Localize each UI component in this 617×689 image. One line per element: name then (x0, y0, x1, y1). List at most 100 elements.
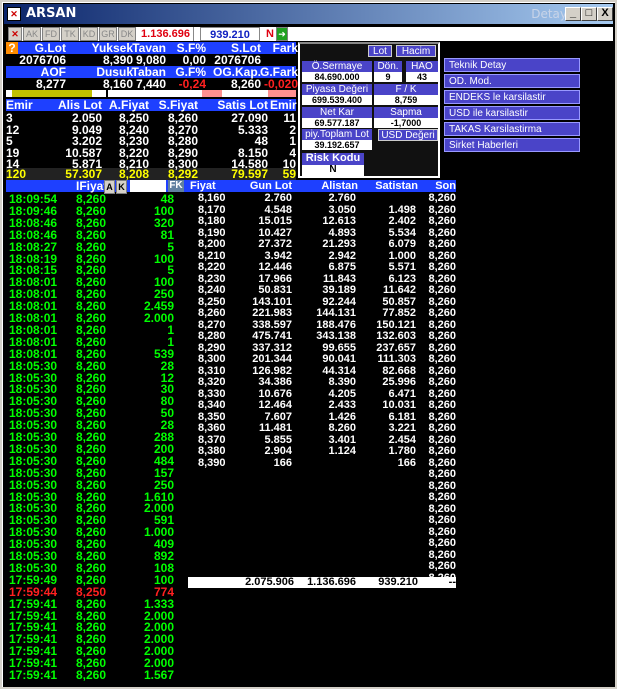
trade-lot: 1.333 (143, 596, 174, 611)
window-title: ARSAN (26, 6, 77, 21)
menu-item-0[interactable]: Teknik Detay (444, 58, 580, 72)
progress-strip (6, 90, 296, 97)
depth-header-4: Satis Lot (217, 98, 268, 112)
close-button[interactable]: X (597, 7, 613, 21)
son-price: 8,260 (428, 215, 456, 227)
n-indicator: N (266, 28, 274, 40)
depth-header-0: Emir (6, 98, 33, 112)
dist-satistan: 77.852 (382, 307, 416, 319)
son-price: 8,260 (428, 491, 456, 503)
info-v2-3: -0,24 (178, 77, 206, 91)
lot-button[interactable]: Lot (368, 45, 392, 57)
trade-time: 18:08:27 (9, 239, 58, 254)
dist-gunlot: 11.481 (258, 422, 292, 434)
trade-time: 18:08:46 (9, 215, 58, 230)
netkar-label: Net Kar (302, 107, 372, 118)
sell-volume: 939.210 (200, 27, 260, 41)
trade-time: 18:08:01 (9, 346, 58, 361)
son-price: 8,260 (428, 284, 456, 296)
toolbar-btn-ak[interactable]: AK (23, 27, 41, 41)
depth-total-4: 79.597 (231, 167, 268, 181)
hao-label: HAO (406, 61, 438, 72)
trade-price: 8,260 (75, 465, 106, 480)
trade-price: 8,260 (75, 215, 106, 230)
dist-alistan: 343.138 (316, 330, 356, 342)
toolbar-btn-fd[interactable]: FD (42, 27, 60, 41)
close-x-icon[interactable]: ✕ (8, 27, 22, 41)
dist-satistan: 132.603 (376, 330, 416, 342)
dist-alistan: 90.041 (322, 353, 356, 365)
maximize-button[interactable]: □ (581, 7, 597, 21)
don-label: Dön. (374, 61, 402, 72)
risk-kodu-value: N (302, 165, 364, 176)
piyasa-value: 699.539.400 (302, 95, 372, 105)
dist-alistan: 39.189 (322, 284, 356, 296)
dist-gunlot: 34.386 (258, 376, 292, 388)
title-bar[interactable]: ✕ ARSAN Detay _ □ X (4, 4, 613, 24)
info-v2-4: 8,260 (230, 77, 261, 91)
trades-fk-toggle[interactable]: FK (168, 180, 184, 192)
dist-alistan: 8.260 (328, 422, 356, 434)
dist-price: 8,160 (198, 192, 226, 204)
dist-gunlot: 50.831 (258, 284, 292, 296)
trade-lot: 1 (167, 322, 174, 337)
dist-gunlot: 27.372 (258, 238, 292, 250)
toolbar-btn-gr[interactable]: GR (99, 27, 117, 41)
menu-item-3[interactable]: USD ile karsilastir (444, 106, 580, 120)
dist-satistan: 10.031 (382, 399, 416, 411)
trade-price: 8,260 (75, 239, 106, 254)
dist-alistan: 1.124 (328, 445, 356, 457)
dist-gunlot: 12.446 (258, 261, 292, 273)
dist-price: 8,300 (198, 353, 226, 365)
son-price: 8,260 (428, 560, 456, 572)
son-price: 8,260 (428, 468, 456, 480)
dist-alistan: 8.390 (328, 376, 356, 388)
trade-lot: 100 (153, 251, 174, 266)
trade-time: 18:05:30 (9, 465, 58, 480)
dist-alistan: 21.293 (322, 238, 356, 250)
dist-price: 8,220 (198, 261, 226, 273)
minimize-button[interactable]: _ (565, 7, 581, 21)
osermaye-label: Ö.Sermaye (302, 61, 372, 72)
toolbar-btn-tk[interactable]: TK (61, 27, 79, 41)
menu-item-1[interactable]: OD. Mod. (444, 74, 580, 88)
trades-k-toggle[interactable]: K (116, 180, 127, 194)
hacim-button[interactable]: Hacim (396, 45, 436, 57)
menu-item-4[interactable]: TAKAS Karsilastirma (444, 122, 580, 136)
main-window: ✕ ARSAN Detay _ □ X ✕ AK FD TK KD GR DK … (0, 0, 617, 689)
son-price: 8,260 (428, 238, 456, 250)
toolbar-btn-dk[interactable]: DK (118, 27, 136, 41)
trade-price: 8,260 (75, 334, 106, 349)
dist-total-3: 939.210 (378, 576, 418, 588)
arrow-right-icon[interactable]: ➜ (276, 27, 288, 41)
dist-satistan: 2.402 (388, 215, 416, 227)
dist-alistan: 2.760 (328, 192, 356, 204)
dist-gunlot: 166 (273, 456, 292, 469)
dist-header-4: Son (435, 180, 456, 192)
menu-item-5[interactable]: Sirket Haberleri (444, 138, 580, 152)
app-icon: ✕ (7, 7, 21, 21)
trade-lot: 2.000 (143, 311, 174, 325)
trade-time: 18:05:30 (9, 358, 58, 373)
trade-lot: 157 (153, 465, 174, 480)
dist-satistan: 111.303 (377, 353, 416, 365)
trade-lot: 250 (153, 477, 174, 492)
trade-price: 8,260 (75, 668, 106, 682)
trade-time: 17:59:49 (9, 572, 58, 587)
trade-time: 18:08:46 (9, 227, 58, 242)
trade-price: 8,260 (75, 346, 106, 361)
usd-degeri-button[interactable]: USD Değeri (378, 129, 438, 141)
trade-lot: 100 (153, 572, 174, 587)
menu-item-2[interactable]: ENDEKS le karsilastir (444, 90, 580, 104)
dist-satistan: 6.079 (388, 238, 416, 250)
info-v2-2: 7,440 (135, 77, 166, 91)
depth-header-1: Alis Lot (58, 98, 102, 112)
trade-lot: 5 (167, 239, 174, 254)
trade-time: 18:05:30 (9, 477, 58, 492)
dist-header-2: Alistan (321, 180, 358, 192)
trades-filter-input[interactable] (130, 180, 166, 192)
dist-gunlot: 2.904 (264, 445, 292, 457)
toolbar-btn-kd[interactable]: KD (80, 27, 98, 41)
depth-header-3: S.Fiyat (158, 98, 198, 112)
dist-satistan: 1.780 (388, 445, 416, 457)
